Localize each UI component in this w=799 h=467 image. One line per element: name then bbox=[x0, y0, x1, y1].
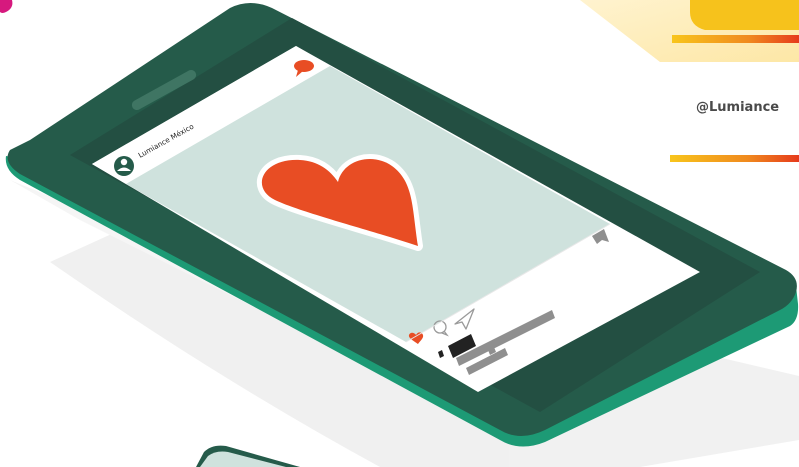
illustration-canvas: Lumiance México bbox=[0, 0, 799, 467]
user-avatar-icon bbox=[114, 156, 134, 176]
brand-card-decoration bbox=[580, 0, 799, 162]
accent-blob bbox=[0, 0, 13, 13]
social-handle: @Lumiance bbox=[696, 100, 780, 115]
